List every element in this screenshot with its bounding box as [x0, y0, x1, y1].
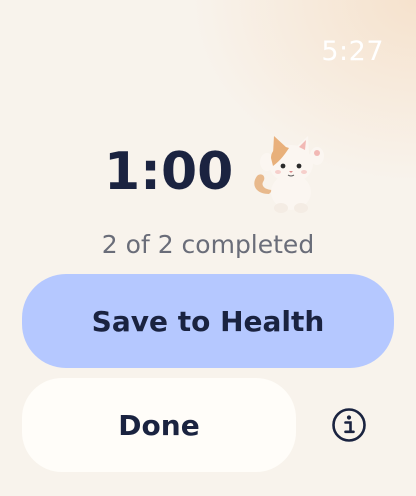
completion-status: 2 of 2 completed — [101, 230, 315, 259]
timer-display: 1:00 — [104, 142, 234, 202]
save-to-health-button[interactable]: Save to Health — [22, 274, 394, 368]
done-label: Done — [118, 408, 200, 442]
save-to-health-label: Save to Health — [91, 304, 325, 338]
cat-icon — [254, 136, 325, 213]
status-time: 5:27 — [321, 36, 384, 67]
timer-row: 1:00 — [104, 128, 333, 216]
info-icon — [332, 408, 366, 442]
done-button[interactable]: Done — [22, 378, 296, 472]
info-button[interactable] — [330, 406, 368, 444]
